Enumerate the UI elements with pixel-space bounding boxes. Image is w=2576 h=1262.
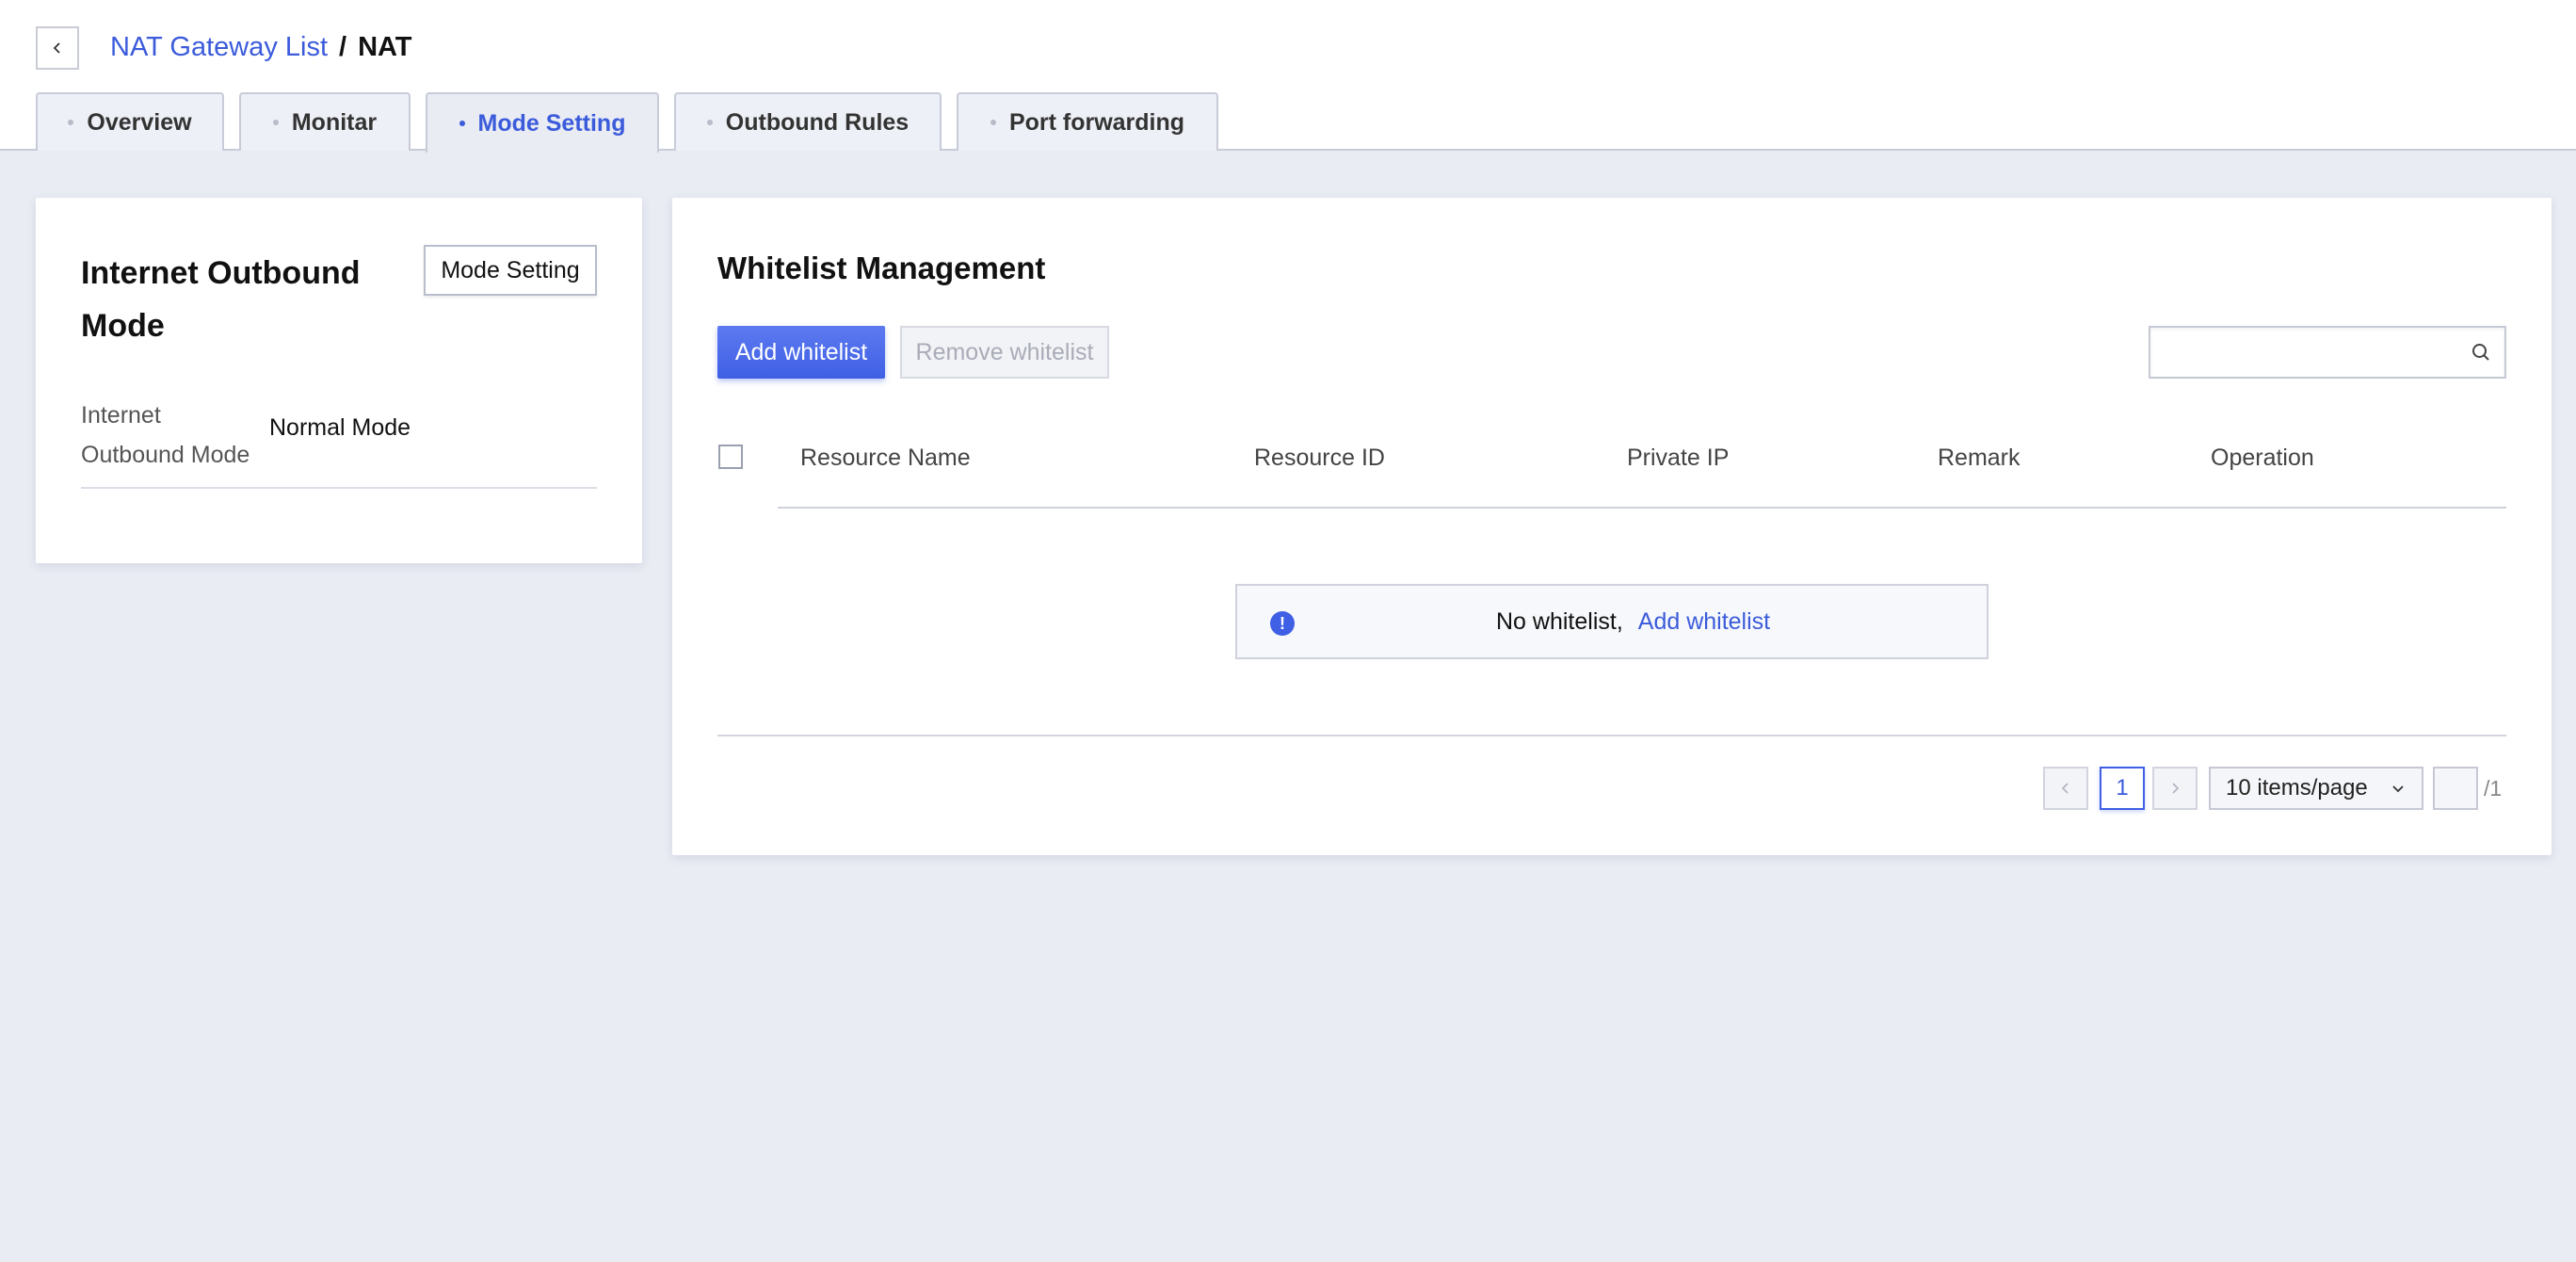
outbound-mode-title: Internet Outbound Mode [81, 255, 361, 344]
back-button[interactable] [36, 26, 79, 70]
add-whitelist-button[interactable]: Add whitelist [717, 326, 885, 379]
divider [81, 487, 597, 489]
tab-port-forwarding[interactable]: Port forwarding [957, 92, 1218, 151]
column-header-remark: Remark [1938, 445, 2021, 471]
chevron-right-icon [2172, 783, 2180, 794]
column-header-resource-name: Resource Name [800, 445, 971, 471]
whitelist-card: Whitelist Management Add whitelist Remov… [672, 198, 2552, 855]
outbound-mode-card: Internet Outbound Mode Mode Setting Inte… [36, 198, 642, 563]
column-header-private-ip: Private IP [1627, 445, 1730, 471]
breadcrumb-current: NAT [358, 31, 412, 62]
tab-mode-setting[interactable]: Mode Setting [426, 92, 659, 153]
tab-label: Port forwarding [1008, 108, 1185, 136]
search-box [2149, 326, 2506, 379]
table-bottom-divider [717, 735, 2506, 736]
tab-label: Mode Setting [477, 109, 626, 137]
tab-dot-icon [706, 120, 713, 125]
total-pages: /1 [2484, 775, 2503, 801]
column-header-resource-id: Resource ID [1254, 445, 1385, 471]
top-bar: NAT Gateway List / NAT Overview Monitar … [0, 0, 2576, 153]
breadcrumb-parent-link[interactable]: NAT Gateway List [110, 32, 328, 63]
empty-message: No whitelist, [1496, 607, 1623, 635]
page-size-select[interactable]: 10 items/page [2209, 767, 2423, 810]
tab-label: Monitar [291, 108, 378, 136]
breadcrumb: NAT Gateway List / NAT [110, 28, 412, 66]
page-jump-box [2433, 767, 2480, 810]
empty-state-text: No whitelist, Add whitelist [1496, 586, 1770, 657]
tab-dot-icon [68, 120, 74, 125]
remove-whitelist-button[interactable]: Remove whitelist [900, 326, 1109, 379]
outbound-mode-label: Internet Outbound Mode [81, 402, 250, 468]
table-header-divider [778, 507, 2506, 509]
page-jump-input[interactable] [2435, 769, 2480, 810]
empty-add-whitelist-link[interactable]: Add whitelist [1638, 608, 1770, 636]
mode-setting-button[interactable]: Mode Setting [424, 245, 597, 296]
tab-dot-icon [990, 120, 996, 125]
tab-monitar[interactable]: Monitar [239, 92, 411, 151]
column-header-operation: Operation [2211, 445, 2314, 471]
info-icon: ! [1270, 611, 1295, 636]
prev-page-button[interactable] [2043, 767, 2088, 810]
tab-label: Overview [87, 108, 192, 136]
select-all-checkbox[interactable] [718, 445, 743, 469]
chevron-left-icon [53, 42, 60, 54]
page-size-label: 10 items/page [2226, 775, 2368, 801]
page-number-button[interactable]: 1 [2100, 767, 2145, 810]
tab-dot-icon [272, 120, 279, 125]
tab-label: Outbound Rules [725, 108, 910, 136]
chevron-down-icon [2392, 785, 2404, 793]
breadcrumb-separator: / [339, 31, 347, 62]
outbound-mode-value: Normal Mode [269, 414, 411, 441]
tab-dot-icon [459, 121, 465, 126]
tab-overview[interactable]: Overview [36, 92, 224, 151]
tab-outbound-rules[interactable]: Outbound Rules [674, 92, 942, 151]
chevron-left-icon [2061, 783, 2069, 794]
empty-state: ! No whitelist, Add whitelist [1235, 584, 1988, 659]
next-page-button[interactable] [2152, 767, 2198, 810]
whitelist-title: Whitelist Management [717, 251, 1046, 285]
search-input[interactable] [2150, 328, 2461, 377]
search-icon[interactable] [2471, 342, 2491, 363]
